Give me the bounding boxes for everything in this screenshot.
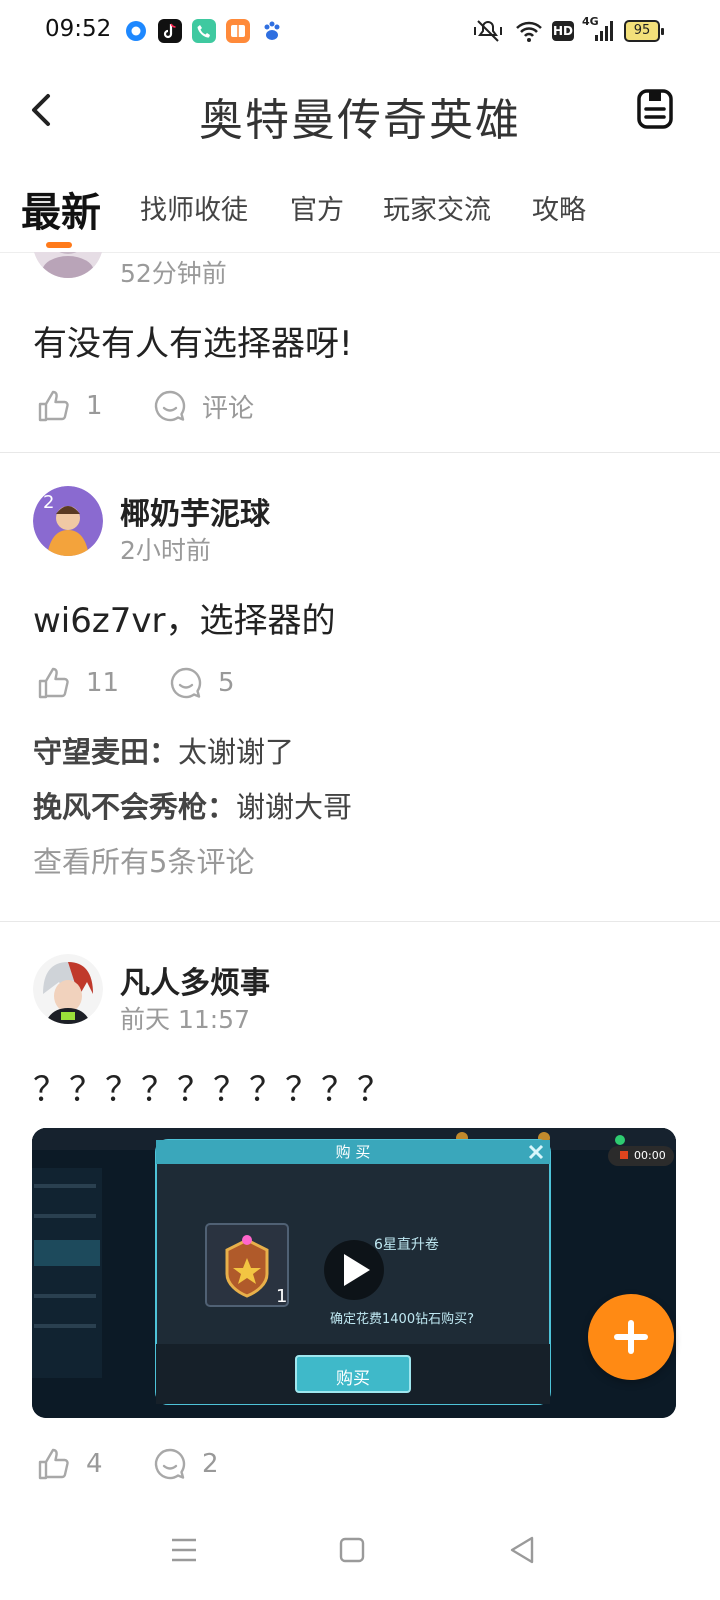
user-name[interactable]: 凡人多烦事 [120, 958, 270, 1002]
post-text[interactable]: wi6z7vr，选择器的 [33, 593, 335, 642]
post-divider [0, 921, 720, 922]
baidu-app-icon [260, 19, 284, 43]
tiktok-app-icon [158, 19, 182, 43]
tab-latest[interactable]: 最新 [21, 180, 101, 238]
svg-text:2: 2 [43, 492, 54, 513]
books-app-icon [226, 19, 250, 43]
comment-text: 太谢谢了 [178, 735, 295, 769]
comment-bubble-icon [154, 390, 186, 422]
battery-indicator: 95 [624, 20, 664, 42]
system-nav-bar [0, 1500, 720, 1600]
thumbs-up-icon [38, 390, 69, 422]
thumbs-up-icon [38, 667, 69, 699]
like-count: 11 [86, 668, 120, 698]
post-text[interactable]: ？？？？？？？？？？ [33, 1062, 393, 1111]
post-card[interactable]: 52分钟前 有没有人有选择器呀! 1 评论 [0, 252, 720, 452]
browser-app-icon [124, 19, 148, 43]
phone-app-icon [192, 19, 216, 43]
signal-icon [594, 17, 614, 45]
comment-preview[interactable]: 挽风不会秀枪：谢谢大哥 [33, 784, 352, 826]
like-button[interactable]: 11 [36, 663, 119, 703]
menu-nav-button[interactable] [162, 1528, 206, 1572]
tab-guides[interactable]: 攻略 [532, 188, 586, 227]
comment-button[interactable]: 5 [168, 663, 235, 703]
status-bar: 09:52 HD 4G 95 [0, 0, 720, 64]
mute-vibrate-icon [472, 17, 504, 45]
page-title: 奥特曼传奇英雄 [199, 95, 521, 146]
thumbs-up-icon [38, 1448, 69, 1480]
comment-count: 2 [202, 1449, 219, 1479]
post-time: 2小时前 [120, 536, 211, 565]
comment-bubble-icon [154, 1448, 186, 1480]
comment-label: 评论 [202, 393, 255, 424]
new-post-button[interactable] [588, 1294, 674, 1380]
comment-count: 5 [218, 668, 235, 698]
record-time: 00:00 [634, 1149, 666, 1162]
post-time: 52分钟前 [120, 259, 227, 288]
category-tabs: 最新 找师收徒 官方 玩家交流 攻略 [0, 160, 720, 253]
comment-button[interactable]: 2 [152, 1444, 219, 1484]
home-nav-button[interactable] [330, 1528, 374, 1572]
like-button[interactable]: 4 [36, 1444, 103, 1484]
home-square-icon [339, 1537, 365, 1563]
tab-player-chat[interactable]: 玩家交流 [383, 188, 491, 227]
title-bar: 奥特曼传奇英雄 [0, 64, 720, 156]
wifi-icon [514, 17, 544, 45]
video-thumbnail[interactable]: 购 买 6星直升卷 确定花费1400钻石购买? 1 购买 00:00 [32, 1128, 676, 1418]
like-button[interactable]: 1 [36, 386, 103, 426]
back-nav-button[interactable] [500, 1528, 544, 1572]
avatar[interactable] [33, 954, 103, 1024]
status-time: 09:52 [45, 16, 112, 42]
post-text[interactable]: 有没有人有选择器呀! [33, 316, 353, 365]
active-tab-indicator [46, 242, 72, 248]
like-count: 4 [86, 1449, 103, 1479]
comment-author[interactable]: 挽风不会秀枪： [33, 790, 236, 824]
tab-mentor[interactable]: 找师收徒 [140, 188, 248, 227]
buy-button-label: 购买 [336, 1369, 370, 1389]
like-count: 1 [86, 391, 103, 421]
notebook-icon [637, 89, 673, 129]
forum-info-button[interactable] [636, 88, 674, 130]
comment-preview[interactable]: 守望麦田：太谢谢了 [33, 729, 294, 771]
comment-button[interactable]: 评论 [152, 386, 254, 426]
menu-icon [172, 1538, 196, 1562]
comment-author[interactable]: 守望麦田： [33, 735, 178, 769]
avatar[interactable]: 2 [33, 486, 103, 556]
post-card[interactable]: 2 椰奶芋泥球 2小时前 wi6z7vr，选择器的 11 5 守望麦田：太谢谢了… [0, 453, 720, 921]
back-triangle-icon [510, 1536, 534, 1564]
comment-bubble-icon [170, 667, 202, 699]
avatar[interactable] [33, 252, 103, 278]
tab-official[interactable]: 官方 [290, 188, 344, 227]
confirm-text: 确定花费1400钻石购买? [330, 1312, 474, 1327]
item-count: 1 [276, 1286, 288, 1307]
item-name: 6星直升卷 [374, 1237, 439, 1253]
dialog-title: 购 买 [335, 1143, 371, 1161]
view-all-comments-link[interactable]: 查看所有5条评论 [33, 839, 254, 881]
user-name[interactable]: 椰奶芋泥球 [120, 489, 270, 533]
comment-text: 谢谢大哥 [236, 790, 353, 824]
post-time: 前天 11:57 [120, 1005, 250, 1034]
hd-icon: HD [552, 21, 574, 41]
